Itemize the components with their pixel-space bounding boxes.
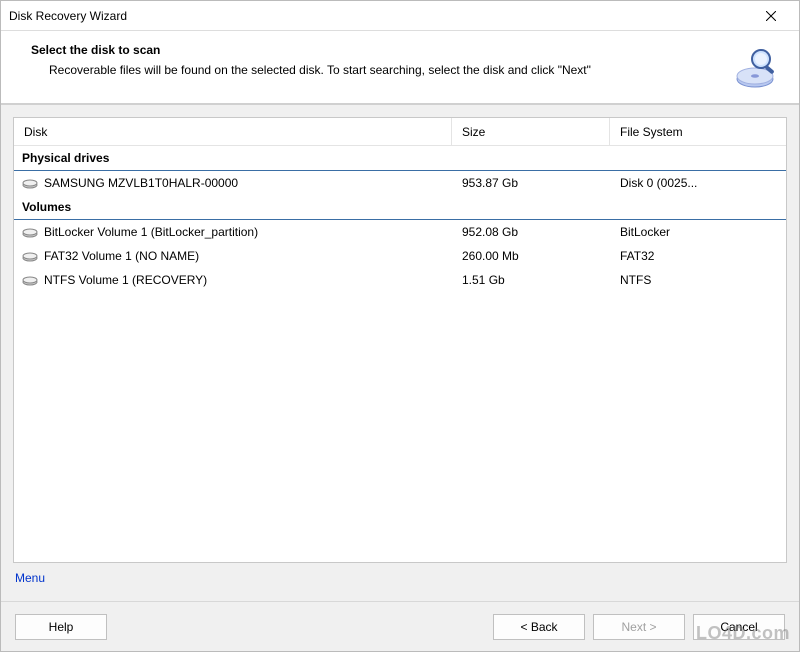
column-header-size[interactable]: Size bbox=[452, 118, 610, 145]
back-button[interactable]: < Back bbox=[493, 614, 585, 640]
drive-icon bbox=[22, 177, 38, 189]
next-button[interactable]: Next > bbox=[593, 614, 685, 640]
window-title: Disk Recovery Wizard bbox=[9, 9, 751, 23]
close-button[interactable] bbox=[751, 2, 791, 30]
table-row[interactable]: FAT32 Volume 1 (NO NAME) 260.00 Mb FAT32 bbox=[14, 244, 786, 268]
table-header-row: Disk Size File System bbox=[14, 118, 786, 146]
disk-size: 1.51 Gb bbox=[452, 273, 610, 287]
disk-table: Disk Size File System Physical drives bbox=[13, 117, 787, 563]
disk-size: 260.00 Mb bbox=[452, 249, 610, 263]
table-row[interactable]: BitLocker Volume 1 (BitLocker_partition)… bbox=[14, 220, 786, 244]
table-row[interactable]: NTFS Volume 1 (RECOVERY) 1.51 Gb NTFS bbox=[14, 268, 786, 292]
disk-filesystem: BitLocker bbox=[610, 225, 786, 239]
disk-name: NTFS Volume 1 (RECOVERY) bbox=[44, 273, 207, 287]
magnifier-disk-icon bbox=[731, 43, 779, 91]
content-area: Disk Size File System Physical drives bbox=[1, 105, 799, 601]
disk-name: BitLocker Volume 1 (BitLocker_partition) bbox=[44, 225, 258, 239]
disk-name: FAT32 Volume 1 (NO NAME) bbox=[44, 249, 199, 263]
disk-name: SAMSUNG MZVLB1T0HALR-00000 bbox=[44, 176, 238, 190]
wizard-header-title: Select the disk to scan bbox=[31, 43, 721, 57]
group-volumes: Volumes bbox=[14, 195, 786, 220]
button-bar: Help < Back Next > Cancel bbox=[1, 601, 799, 651]
column-header-disk[interactable]: Disk bbox=[14, 118, 452, 145]
group-physical-drives: Physical drives bbox=[14, 146, 786, 171]
disk-filesystem: FAT32 bbox=[610, 249, 786, 263]
disk-size: 952.08 Gb bbox=[452, 225, 610, 239]
wizard-header-subtitle: Recoverable files will be found on the s… bbox=[31, 61, 631, 79]
menu-link[interactable]: Menu bbox=[13, 563, 787, 589]
disk-filesystem: NTFS bbox=[610, 273, 786, 287]
wizard-window: Disk Recovery Wizard Select the disk to … bbox=[0, 0, 800, 652]
drive-icon bbox=[22, 274, 38, 286]
wizard-header: Select the disk to scan Recoverable file… bbox=[1, 31, 799, 105]
drive-icon bbox=[22, 226, 38, 238]
titlebar: Disk Recovery Wizard bbox=[1, 1, 799, 31]
table-row[interactable]: SAMSUNG MZVLB1T0HALR-00000 953.87 Gb Dis… bbox=[14, 171, 786, 195]
disk-size: 953.87 Gb bbox=[452, 176, 610, 190]
drive-icon bbox=[22, 250, 38, 262]
table-body: Physical drives SAMSUNG MZVLB1T0HALR-000… bbox=[14, 146, 786, 292]
close-icon bbox=[766, 11, 776, 21]
cancel-button[interactable]: Cancel bbox=[693, 614, 785, 640]
disk-filesystem: Disk 0 (0025... bbox=[610, 176, 786, 190]
column-header-filesystem[interactable]: File System bbox=[610, 118, 786, 145]
help-button[interactable]: Help bbox=[15, 614, 107, 640]
wizard-header-text: Select the disk to scan Recoverable file… bbox=[31, 43, 721, 79]
